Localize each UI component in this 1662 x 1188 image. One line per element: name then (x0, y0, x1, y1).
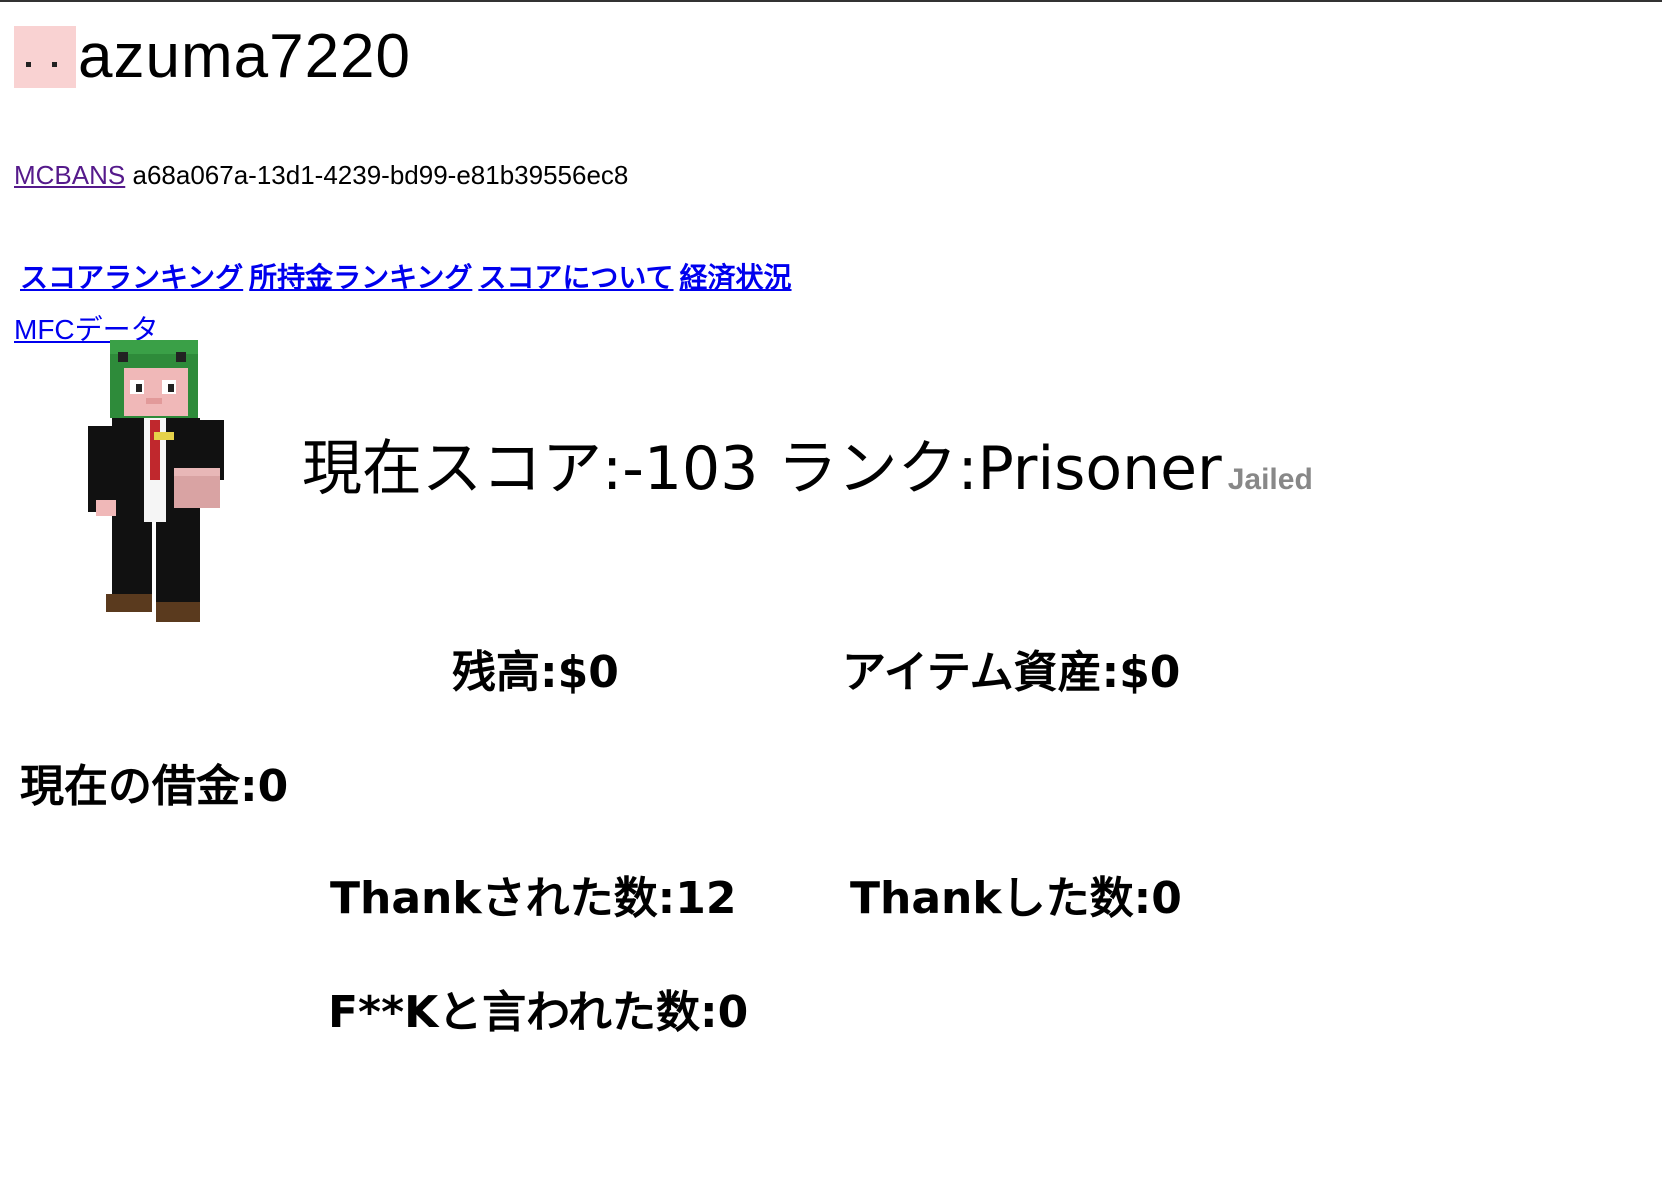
eye-right (52, 62, 57, 67)
thanked-count-stat: Thankされた数:12 (330, 873, 737, 924)
status-badge: Jailed (1227, 463, 1313, 496)
top-border (0, 0, 1662, 2)
nav-links: スコアランキング 所持金ランキング スコアについて 経済状況 (20, 256, 798, 296)
mcbans-link[interactable]: MCBANS (14, 160, 125, 190)
page-title: azuma7220 (78, 22, 412, 91)
score-rank-heading: 現在スコア:-103 ランク:Prisoner Jailed (302, 420, 1313, 507)
thanks-given-stat: Thankした数:0 (850, 873, 1182, 924)
eye-left (26, 62, 31, 67)
player-skin-image (88, 340, 224, 622)
nav-economy[interactable]: 経済状況 (680, 261, 792, 294)
nav-money-ranking[interactable]: 所持金ランキング (249, 261, 472, 294)
player-uuid: a68a067a-13d1-4239-bd99-e81b39556ec8 (132, 160, 629, 190)
nav-score-ranking[interactable]: スコアランキング (20, 261, 243, 294)
debt-stat: 現在の借金:0 (20, 761, 289, 812)
fk-count-stat: F**Kと言われた数:0 (328, 987, 749, 1038)
item-assets-stat: アイテム資産:$0 (842, 647, 1181, 698)
page-header: azuma7220 (14, 24, 411, 90)
mcbans-row: MCBANS a68a067a-13d1-4239-bd99-e81b39556… (14, 160, 628, 191)
player-head-icon (14, 26, 76, 88)
balance-stat: 残高:$0 (452, 647, 619, 698)
nav-about-score[interactable]: スコアについて (478, 261, 673, 294)
score-rank-text: 現在スコア:-103 ランク:Prisoner (302, 434, 1222, 504)
